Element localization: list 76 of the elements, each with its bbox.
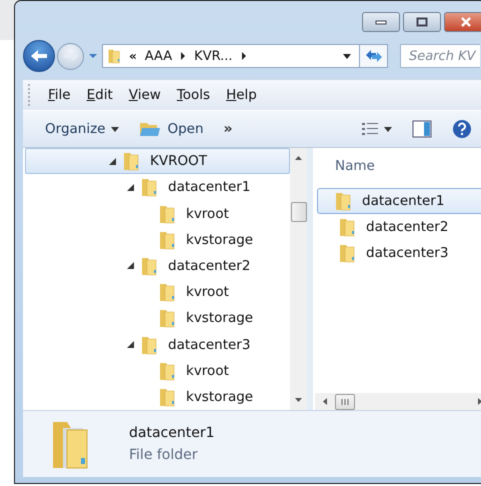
folder-icon [140,334,158,355]
search-field[interactable]: Search KV [400,44,480,68]
menu-item[interactable]: Tools [168,87,218,103]
close-icon [460,17,472,27]
folder-icon [158,308,176,328]
tree-item[interactable]: kvroot [25,200,290,227]
folder-icon [158,386,176,407]
scroll-right-icon[interactable] [478,398,481,405]
scroll-up-icon[interactable] [295,156,302,160]
minimize-button[interactable] [362,12,400,32]
pane-icon [412,120,432,138]
folder-list-item[interactable]: datacenter2 [317,214,481,240]
folder-list-item[interactable]: datacenter3 [317,240,481,266]
breadcrumb-item[interactable]: KVR... [194,48,233,64]
folder-icon [338,217,356,237]
arrow-right-icon [62,49,80,63]
caret-icon [111,126,120,132]
scroll-thumb[interactable] [335,394,355,410]
tree-item[interactable]: KVROOT [25,148,290,174]
breadcrumb-overflow[interactable]: « [129,49,137,63]
tree-item[interactable]: kvstorage [25,305,290,332]
folder-icon [107,47,121,65]
arrow-left-icon [29,48,49,64]
menu-item[interactable]: Help [218,87,265,103]
tree-item[interactable]: kvroot [25,279,290,306]
menu-item[interactable]: File [40,87,79,103]
folder-icon [139,121,162,137]
expand-arrow-icon[interactable] [127,341,134,348]
folder-icon [158,204,176,224]
tree-item[interactable]: datacenter2 [25,252,290,280]
menu-item[interactable]: View [120,87,169,103]
expand-arrow-icon[interactable] [127,262,134,270]
tree-item[interactable]: kvstorage [25,226,290,253]
column-header[interactable]: Name [315,148,481,184]
expand-arrow-icon[interactable] [127,184,134,191]
maximize-icon [416,17,428,27]
folder-list-item[interactable]: datacenter1 [317,188,481,214]
open-button[interactable]: Open [131,117,212,141]
folder-icon [122,151,140,172]
folder-icon [140,177,158,198]
help-icon [452,119,472,139]
tree-item[interactable]: datacenter1 [25,174,290,200]
folder-icon [338,243,356,263]
back-button[interactable] [23,40,55,72]
scroll-down-icon[interactable] [295,398,302,402]
breadcrumb-item[interactable]: AAA [144,48,172,64]
tree-item[interactable]: kvroot [25,358,290,384]
expand-arrow-icon[interactable] [109,158,116,165]
maximize-button[interactable] [403,12,441,32]
folder-icon [158,230,176,250]
item-name: datacenter1 [129,425,214,441]
minimize-icon [375,19,387,25]
close-button[interactable] [444,12,481,32]
folder-icon [140,256,158,276]
more-button[interactable]: » [216,117,241,141]
caret-icon[interactable] [343,54,351,58]
menu-item[interactable]: Edit [78,87,121,103]
refresh-icon [364,48,382,64]
scroll-left-icon[interactable] [323,398,327,405]
tree-item[interactable]: kvstorage [25,384,290,410]
folder-icon [158,360,176,381]
refresh-button[interactable] [360,44,388,68]
tree-item[interactable]: datacenter3 [25,331,290,358]
scrollbar[interactable] [290,148,307,410]
caret-icon [384,126,392,132]
folder-icon [158,282,176,302]
item-type: File folder [129,447,199,463]
scroll-thumb[interactable] [290,202,306,222]
folder-icon [334,191,352,211]
organize-button[interactable]: Organize [37,117,128,141]
chevron-icon[interactable] [240,52,247,60]
grip-icon [340,398,350,404]
address-field[interactable]: « AAA KVR... [102,44,360,68]
scrollbar[interactable] [315,393,481,410]
list-view-icon [362,123,378,135]
chevron-icon[interactable] [180,52,186,60]
